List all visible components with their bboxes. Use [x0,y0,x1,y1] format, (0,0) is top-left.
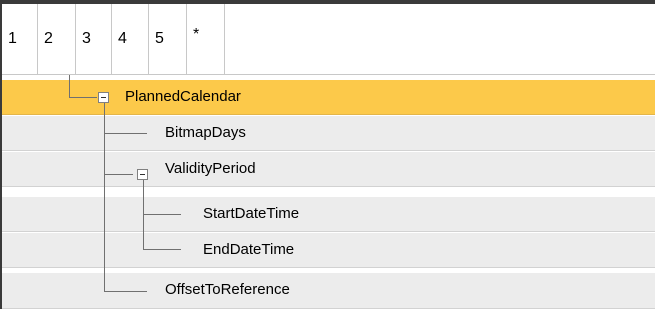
tree-node-label: OffsetToReference [165,281,290,298]
level-column-label: * [193,26,200,43]
level-column-label: 3 [82,30,91,47]
tree-connector-line [104,174,133,175]
level-column-label: 4 [118,30,127,47]
level-column-label: 2 [44,30,53,47]
tree-node-label: StartDateTime [203,205,300,222]
level-header: 1 2 3 4 5 * [2,4,655,74]
tree-connector-line [143,249,181,250]
level-column-1[interactable]: 1 [2,4,38,74]
collapse-icon[interactable] [137,169,148,180]
tree-connector-line [104,133,147,134]
tree-connector-line [104,103,105,292]
level-column-2[interactable]: 2 [38,4,76,74]
level-column-label: 5 [155,30,164,47]
tree-row-bitmapdays[interactable]: BitmapDays [2,116,655,151]
tree-node-label: PlannedCalendar [125,88,241,105]
tree-node-label: BitmapDays [165,124,246,141]
level-column-3[interactable]: 3 [76,4,112,74]
level-column-5[interactable]: 5 [149,4,187,74]
header-divider [2,74,655,75]
tree-row-validityperiod[interactable]: ValidityPeriod [2,152,655,187]
collapse-icon[interactable] [98,92,109,103]
level-column-all[interactable]: * [187,4,225,74]
tree-row-startdatetime[interactable]: StartDateTime [2,197,655,232]
level-column-4[interactable]: 4 [112,4,149,74]
tree-connector-line [143,214,181,215]
tree-row-offsettoreference[interactable]: OffsetToReference [2,273,655,309]
level-column-label: 1 [8,30,17,47]
tree-row-enddatetime[interactable]: EndDateTime [2,233,655,268]
tree-connector-line [104,291,147,292]
tree-connector-line [69,97,97,98]
tree-node-label: ValidityPeriod [165,160,256,177]
tree-connector-line [69,75,70,97]
tree-node-label: EndDateTime [203,241,295,258]
